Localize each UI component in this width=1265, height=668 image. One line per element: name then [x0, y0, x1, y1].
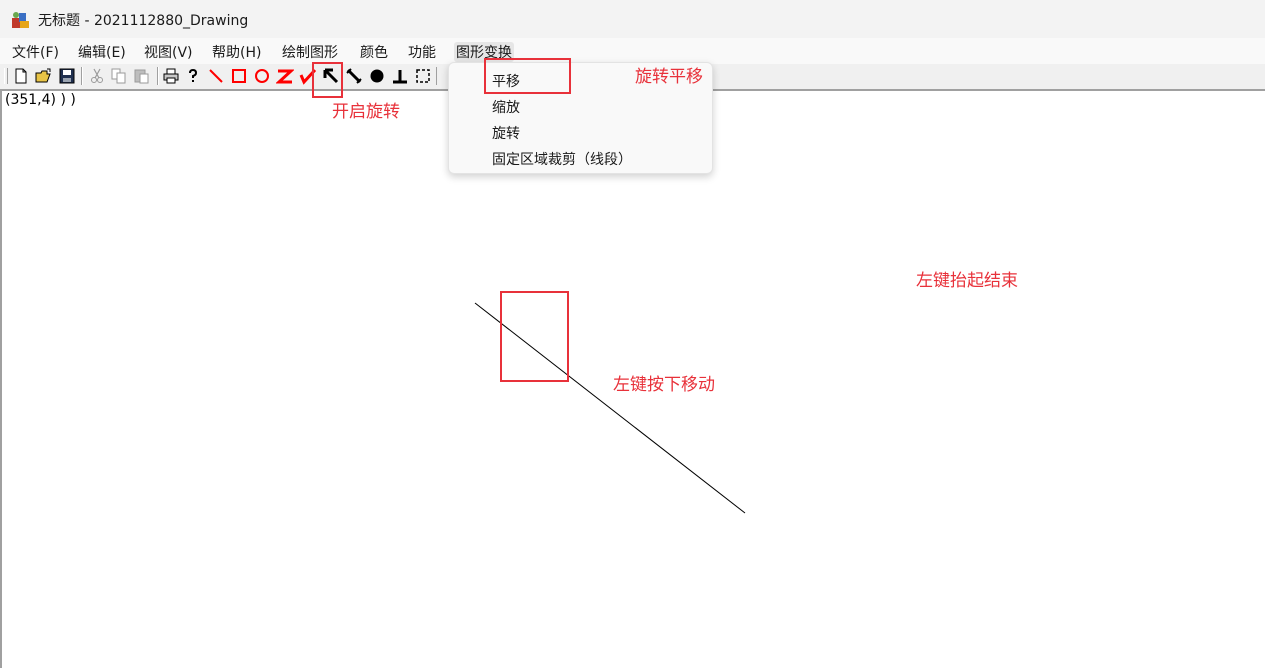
menu-bar: 文件(F) 编辑(E) 视图(V) 帮助(H) 绘制图形 颜色 功能 图形变换: [0, 38, 1265, 64]
annotation-left-release-end: 左键抬起结束: [916, 271, 1018, 291]
toolbar-end-separator: [436, 67, 438, 85]
menu-item-scale[interactable]: 缩放: [492, 97, 520, 117]
annotation-box-translate: [484, 58, 571, 94]
help-icon[interactable]: [184, 67, 202, 85]
draw-rectangle-icon[interactable]: [230, 67, 248, 85]
annotation-rotate-translate: 旋转平移: [635, 67, 703, 87]
menu-color[interactable]: 颜色: [360, 42, 388, 62]
menu-draw-shapes[interactable]: 绘制图形: [282, 42, 338, 62]
select-region-icon[interactable]: [414, 67, 432, 85]
draw-circle-icon[interactable]: [253, 67, 271, 85]
perpendicular-icon[interactable]: [391, 67, 409, 85]
draw-polyline-z-icon[interactable]: [276, 67, 294, 85]
toolbar-grip[interactable]: [4, 68, 8, 84]
toolbar-separator: [81, 67, 83, 85]
save-icon[interactable]: [58, 67, 76, 85]
draw-line-icon[interactable]: [207, 67, 225, 85]
cut-icon[interactable]: [88, 67, 106, 85]
filled-circle-icon[interactable]: [368, 67, 386, 85]
menu-file[interactable]: 文件(F): [12, 42, 59, 62]
menu-edit[interactable]: 编辑(E): [78, 42, 126, 62]
print-icon[interactable]: [162, 67, 180, 85]
annotation-enable-rotate: 开启旋转: [332, 102, 400, 122]
menu-function[interactable]: 功能: [408, 42, 436, 62]
menu-help[interactable]: 帮助(H): [212, 42, 261, 62]
menu-item-rotate[interactable]: 旋转: [492, 123, 520, 143]
fill-line-icon[interactable]: [345, 67, 363, 85]
paste-icon[interactable]: [133, 67, 151, 85]
toolbar-separator: [157, 67, 159, 85]
open-folder-icon[interactable]: [35, 67, 53, 85]
new-file-icon[interactable]: [12, 67, 30, 85]
app-window: 无标题 - 2021112880_Drawing 文件(F) 编辑(E) 视图(…: [0, 0, 1265, 668]
window-title: 无标题 - 2021112880_Drawing: [38, 13, 249, 29]
app-icon: [11, 10, 31, 30]
annotation-box-rotate-button: [312, 62, 343, 98]
annotation-left-press-move: 左键按下移动: [613, 375, 715, 395]
annotation-box-press-area: [500, 291, 569, 382]
title-bar[interactable]: 无标题 - 2021112880_Drawing: [0, 0, 1265, 38]
menu-view[interactable]: 视图(V): [144, 42, 193, 62]
copy-icon[interactable]: [110, 67, 128, 85]
menu-item-clip-segment[interactable]: 固定区域裁剪（线段）: [492, 149, 632, 169]
coordinate-readout: (351,4) ) ): [5, 92, 76, 108]
